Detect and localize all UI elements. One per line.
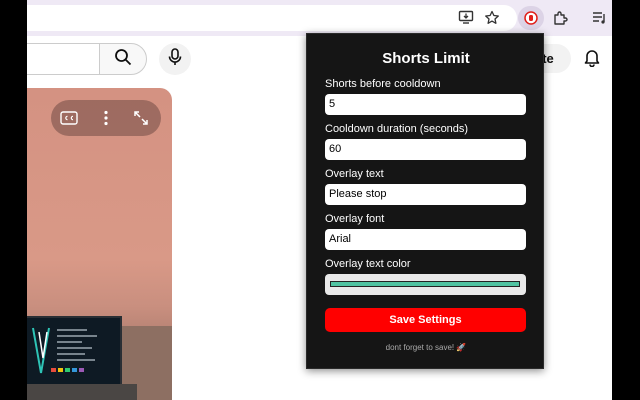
video-laptop-base: [27, 384, 137, 400]
search-icon: [114, 48, 132, 71]
popup-title: Shorts Limit: [382, 50, 470, 67]
fullscreen-icon[interactable]: [131, 108, 151, 128]
bell-icon: [582, 47, 602, 72]
bookmark-star-icon[interactable]: [483, 9, 501, 27]
notifications-button[interactable]: [580, 47, 604, 71]
overlay-text-color-label: Overlay text color: [325, 258, 411, 270]
video-controls-overlay: [51, 100, 161, 136]
cooldown-duration-input[interactable]: 60: [325, 139, 526, 160]
youtube-search-button[interactable]: [99, 43, 147, 75]
extensions-puzzle-icon[interactable]: [551, 8, 571, 28]
address-bar[interactable]: [27, 5, 517, 31]
overlay-text-label: Overlay text: [325, 168, 384, 180]
screen: ate Shorts Limit Shorts before cooldown …: [0, 0, 640, 400]
microphone-icon: [167, 47, 183, 71]
shorts-limit-popup: Shorts Limit Shorts before cooldown 5 Co…: [306, 33, 544, 369]
cooldown-duration-label: Cooldown duration (seconds): [325, 123, 469, 135]
save-settings-button[interactable]: Save Settings: [325, 308, 526, 332]
reading-list-icon[interactable]: [591, 10, 607, 26]
voice-search-button[interactable]: [159, 43, 191, 75]
shorts-before-cooldown-input[interactable]: 5: [325, 94, 526, 115]
closed-captions-icon[interactable]: [58, 108, 80, 128]
overlay-text-color-picker[interactable]: [325, 274, 526, 295]
install-app-icon[interactable]: [458, 9, 474, 25]
shorts-before-cooldown-label: Shorts before cooldown: [325, 78, 441, 90]
save-reminder-text: dont forget to save! 🚀: [385, 343, 467, 352]
overlay-font-label: Overlay font: [325, 213, 385, 225]
browser-toolbar: [27, 0, 612, 36]
video-laptop-screen: [27, 316, 122, 386]
color-swatch: [330, 281, 520, 287]
overlay-text-input[interactable]: Please stop: [325, 184, 526, 205]
shorts-video-player[interactable]: [27, 88, 172, 400]
shorts-limit-extension-icon[interactable]: [518, 6, 544, 30]
youtube-search-input[interactable]: [27, 43, 99, 75]
more-options-icon[interactable]: [96, 108, 116, 128]
overlay-font-input[interactable]: Arial: [325, 229, 526, 250]
